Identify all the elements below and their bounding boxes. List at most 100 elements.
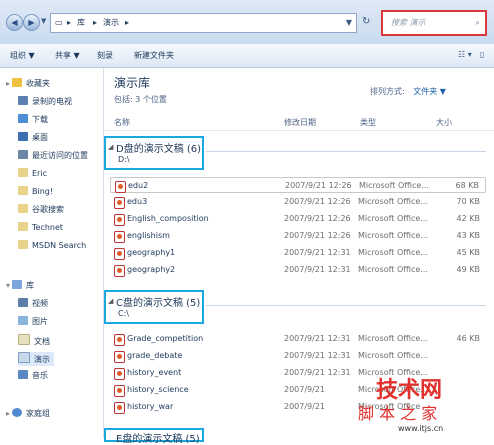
nav-item-label: Bing! xyxy=(32,187,54,196)
file-date: 2007/9/21 12:26 xyxy=(285,181,352,190)
file-row-edu2[interactable]: edu2 2007/9/21 12:26 Microsoft Office...… xyxy=(110,177,486,193)
nav-item-label: 图片 xyxy=(32,317,48,326)
nav-item-technet[interactable]: Technet xyxy=(18,222,63,236)
file-name: Grade_competition xyxy=(127,334,204,343)
group-title: D盘的演示文稿 (6) xyxy=(116,144,202,155)
file-row[interactable]: englishism 2007/9/21 12:26 Microsoft Off… xyxy=(110,228,486,244)
file-date: 2007/9/21 12:31 xyxy=(284,265,351,274)
desktop-icon xyxy=(18,132,28,141)
powerpoint-file-icon xyxy=(114,231,125,243)
file-date: 2007/9/21 12:31 xyxy=(284,334,351,343)
address-dropdown-icon[interactable]: ▼ xyxy=(346,14,352,32)
file-type: Microsoft Office... xyxy=(358,197,428,206)
breadcrumb-item-library[interactable]: 库 xyxy=(77,14,85,32)
file-type: Microsoft Office... xyxy=(358,334,428,343)
powerpoint-file-icon xyxy=(114,334,125,346)
nav-item-label: 录制的电视 xyxy=(32,97,72,106)
powerpoint-file-icon xyxy=(114,265,125,277)
nav-item-recent-places[interactable]: 最近访问的位置 xyxy=(18,150,88,164)
view-options-icon[interactable]: ☷ ▾ xyxy=(458,50,472,59)
nav-item-music[interactable]: 音乐 xyxy=(18,370,48,384)
group-title: C盘的演示文稿 (5) xyxy=(116,298,201,309)
file-row[interactable]: geography1 2007/9/21 12:31 Microsoft Off… xyxy=(110,245,486,261)
nav-item-eric[interactable]: Eric xyxy=(18,168,47,182)
nav-homegroup-label: 家庭组 xyxy=(26,409,51,418)
collapse-arrow-icon[interactable]: ◢ xyxy=(108,143,113,151)
recent-pages-chevron-icon[interactable]: ▼ xyxy=(41,17,46,25)
music-library-icon xyxy=(18,370,28,379)
group-header-d-drive[interactable]: ◢ D盘的演示文稿 (6) D:\ xyxy=(104,136,204,170)
new-folder-button[interactable]: 新建文件夹 xyxy=(134,50,174,61)
video-library-icon xyxy=(18,298,28,307)
library-icon xyxy=(12,280,23,289)
back-button[interactable]: ◀ xyxy=(6,14,23,31)
nav-item-label: 演示 xyxy=(34,355,50,364)
nav-item-label: MSDN Search xyxy=(32,241,87,250)
includes-text[interactable]: 包括: 3 个位置 xyxy=(114,95,167,104)
preview-pane-icon[interactable]: ▯ xyxy=(480,50,484,59)
nav-libraries-label: 库 xyxy=(26,281,35,290)
navigation-pane: ▸ 收藏夹 录制的电视 下载 桌面 最近访问的位置 Eric Bing! 谷歌搜索… xyxy=(0,68,104,438)
search-input[interactable]: 搜索 演示 ⌕ xyxy=(381,10,487,36)
file-type: Microsoft Office... xyxy=(359,181,429,190)
nav-item-label: 视频 xyxy=(32,299,48,308)
column-header-size[interactable]: 大小 xyxy=(436,117,452,128)
file-row[interactable]: edu3 2007/9/21 12:26 Microsoft Office...… xyxy=(110,194,486,210)
homegroup-icon xyxy=(12,408,23,417)
expand-arrow-icon[interactable]: ▾ xyxy=(6,281,10,290)
share-button[interactable]: 共享 ▼ xyxy=(55,50,80,61)
file-row[interactable]: grade_debate 2007/9/21 12:31 Microsoft O… xyxy=(110,348,486,364)
powerpoint-file-icon xyxy=(114,214,125,226)
nav-favorites[interactable]: ▸ 收藏夹 xyxy=(6,78,50,92)
column-header-name[interactable]: 名称 xyxy=(114,117,130,128)
nav-item-google-search[interactable]: 谷歌搜索 xyxy=(18,204,64,218)
file-type: Microsoft Office... xyxy=(358,231,428,240)
breadcrumb[interactable]: ▭ ▸ 库 ▸ 演示 ▸ ▼ xyxy=(50,13,357,33)
collapse-arrow-icon[interactable]: ◢ xyxy=(108,297,113,305)
column-header-type[interactable]: 类型 xyxy=(360,117,376,128)
nav-item-bing[interactable]: Bing! xyxy=(18,186,53,200)
arrange-by-dropdown[interactable]: 文件夹 ▼ xyxy=(413,87,446,96)
burn-button[interactable]: 刻录 xyxy=(97,50,113,61)
breadcrumb-item-current[interactable]: 演示 xyxy=(103,14,119,32)
organize-button[interactable]: 组织 ▼ xyxy=(10,50,35,61)
file-size: 49 KB xyxy=(456,265,480,274)
nav-item-desktop[interactable]: 桌面 xyxy=(18,132,48,146)
file-date: 2007/9/21 xyxy=(284,385,326,394)
forward-button[interactable]: ▶ xyxy=(23,14,40,31)
group-header-c-drive[interactable]: ◢ C盘的演示文稿 (5) C:\ xyxy=(104,290,204,324)
download-folder-icon xyxy=(18,114,28,123)
arrange-by: 排列方式: 文件夹 ▼ xyxy=(370,86,446,97)
powerpoint-file-icon xyxy=(114,197,125,209)
file-row[interactable]: Grade_competition 2007/9/21 12:31 Micros… xyxy=(110,331,486,347)
folder-icon xyxy=(18,204,28,213)
library-title: 演示库 xyxy=(114,76,151,90)
file-date: 2007/9/21 12:26 xyxy=(284,214,351,223)
file-row[interactable]: geography2 2007/9/21 12:31 Microsoft Off… xyxy=(110,262,486,278)
file-name: English_composition xyxy=(127,214,209,223)
expand-arrow-icon[interactable]: ▸ xyxy=(6,79,10,88)
file-date: 2007/9/21 12:26 xyxy=(284,231,351,240)
column-header-date[interactable]: 修改日期 xyxy=(284,117,316,128)
nav-item-documents[interactable]: 文档 xyxy=(18,334,50,348)
nav-item-pictures[interactable]: 图片 xyxy=(18,316,48,330)
nav-item-label: 桌面 xyxy=(32,133,48,142)
nav-item-msdn-search[interactable]: MSDN Search xyxy=(18,240,86,254)
nav-item-videos[interactable]: 视频 xyxy=(18,298,48,312)
powerpoint-file-icon xyxy=(114,351,125,363)
nav-item-recorded-tv[interactable]: 录制的电视 xyxy=(18,96,72,110)
file-row[interactable]: English_composition 2007/9/21 12:26 Micr… xyxy=(110,211,486,227)
group-divider xyxy=(206,151,486,152)
nav-item-label: Eric xyxy=(32,169,47,178)
file-size: 68 KB xyxy=(455,181,479,190)
expand-arrow-icon[interactable]: ▸ xyxy=(6,409,10,418)
command-bar: 组织 ▼ 共享 ▼ 刻录 新建文件夹 ☷ ▾ ▯ xyxy=(0,44,494,68)
refresh-icon[interactable]: ↻ xyxy=(362,16,370,27)
nav-homegroup[interactable]: ▸ 家庭组 xyxy=(6,408,50,422)
folder-icon xyxy=(18,240,28,249)
nav-item-downloads[interactable]: 下载 xyxy=(18,114,48,128)
group-header-e-drive[interactable]: E盘的演示文稿 (5) xyxy=(104,428,204,445)
nav-item-presentations-selected[interactable]: 演示 xyxy=(18,352,54,366)
nav-libraries[interactable]: ▾ 库 xyxy=(6,280,34,294)
breadcrumb-sep-icon: ▸ xyxy=(93,18,98,27)
